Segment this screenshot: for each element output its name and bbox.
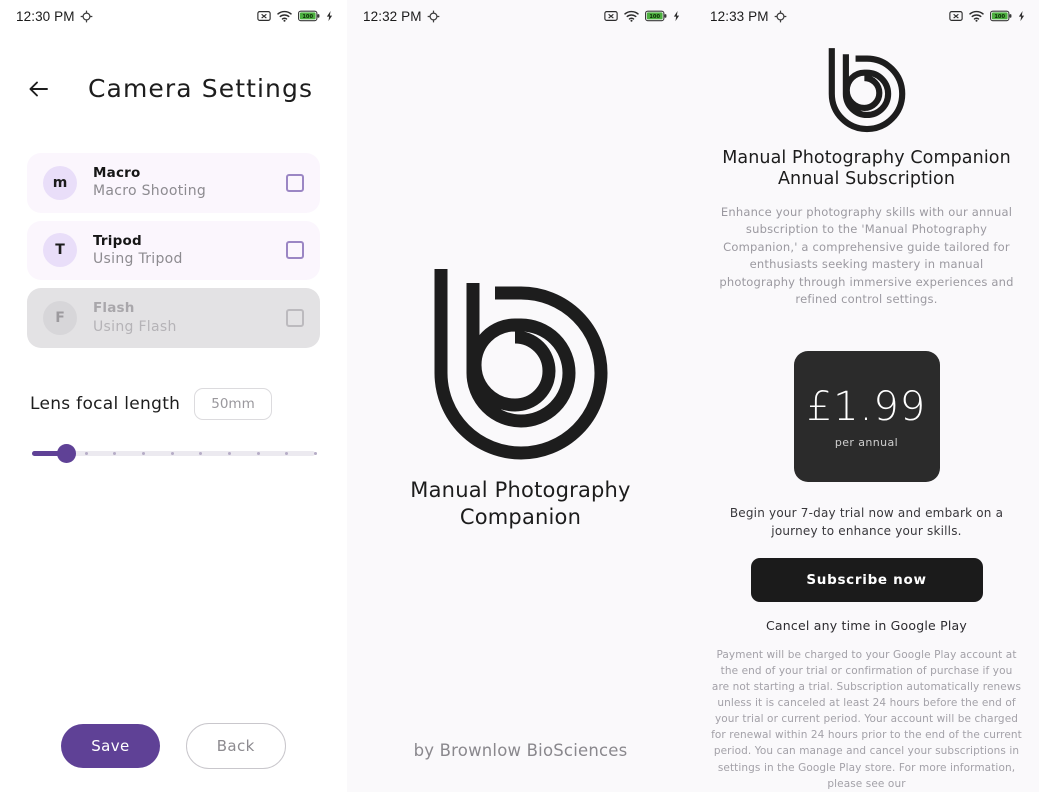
company-byline: by Brownlow BioSciences: [413, 741, 628, 760]
setting-row-tripod[interactable]: T Tripod Using Tripod: [27, 220, 320, 281]
splash-content: Manual Photography Companion: [347, 0, 694, 792]
setting-text-flash: Flash Using Flash: [93, 300, 286, 336]
cancel-notice: Cancel any time in Google Play: [766, 617, 967, 633]
back-arrow-icon[interactable]: [26, 76, 52, 102]
price-period: per annual: [834, 435, 899, 449]
status-bar: 12:33 PM 100: [694, 0, 1039, 32]
setting-subtitle-tripod: Using Tripod: [93, 251, 183, 268]
setting-title-flash: Flash: [93, 300, 135, 317]
focal-length-control: Lens focal length 50mm: [0, 387, 347, 464]
location-crosshair-icon: [80, 10, 92, 22]
battery-icon: 100: [645, 10, 667, 22]
focal-length-row: Lens focal length 50mm: [30, 387, 317, 420]
checkbox-macro[interactable]: [286, 173, 304, 192]
splash-screen: 12:32 PM 100 Manual Photography Companio…: [347, 0, 694, 792]
status-bar: 12:30 PM 100: [0, 0, 347, 32]
brownlow-spiral-logo-icon: [828, 48, 905, 133]
checkbox-tripod[interactable]: [286, 241, 304, 260]
subscription-screen: 12:33 PM 100 Manual Photography Companio…: [694, 0, 1039, 792]
checkbox-flash: [286, 308, 304, 327]
avatar-macro: m: [43, 165, 77, 200]
charging-bolt-icon: [673, 11, 680, 22]
focal-length-value[interactable]: 50mm: [194, 387, 272, 420]
status-time: 12:33 PM: [710, 8, 769, 24]
subscription-title-line-1: Manual Photography Companion: [722, 148, 1011, 168]
legal-text: Payment will be charged to your Google P…: [711, 648, 1022, 790]
battery-level-text: 100: [302, 14, 313, 20]
price-amount: £1.99: [806, 383, 927, 430]
subscribe-button[interactable]: Subscribe now: [750, 557, 983, 602]
avatar-flash: F: [43, 300, 77, 335]
settings-options-list: m Macro Macro Shooting T Tripod Using Tr…: [0, 153, 347, 348]
back-button[interactable]: Back: [185, 723, 286, 769]
page-header: Camera Settings: [0, 32, 347, 103]
setting-title-macro: Macro: [93, 165, 141, 181]
status-bar-right: 100: [604, 10, 680, 22]
battery-level-text: 100: [994, 14, 1005, 20]
setting-subtitle-macro: Macro Shooting: [93, 183, 207, 200]
setting-subtitle-flash: Using Flash: [93, 318, 177, 335]
setting-text-macro: Macro Macro Shooting: [93, 165, 286, 201]
status-time: 12:32 PM: [363, 8, 422, 24]
status-bar-left: 12:30 PM: [16, 9, 93, 24]
brownlow-spiral-logo-icon: [434, 269, 607, 460]
charging-bolt-icon: [326, 11, 333, 22]
status-bar-left: 12:32 PM: [363, 9, 440, 24]
camera-blocked-icon: [257, 11, 271, 21]
trial-description: Begin your 7-day trial now and embark on…: [729, 505, 1004, 538]
page-title: Camera Settings: [88, 74, 314, 103]
status-bar-left: 12:33 PM: [710, 9, 787, 24]
camera-blocked-icon: [949, 11, 963, 21]
status-bar-right: 100: [257, 10, 333, 22]
setting-text-tripod: Tripod Using Tripod: [93, 233, 286, 269]
legal-disclaimer: Payment will be charged to your Google P…: [711, 647, 1022, 792]
app-name-line-1: Manual Photography: [410, 478, 631, 503]
slider-knob[interactable]: [57, 443, 76, 463]
setting-title-tripod: Tripod: [93, 232, 142, 249]
battery-icon: 100: [990, 10, 1012, 22]
focal-length-label: Lens focal length: [30, 393, 181, 414]
subscription-content: Manual Photography Companion Annual Subs…: [694, 44, 1039, 792]
subscription-title: Manual Photography Companion Annual Subs…: [711, 148, 1022, 191]
screenshot-triptych: 12:30 PM 100 Camera Settings m Macro Mac…: [0, 0, 1039, 792]
charging-bolt-icon: [1018, 11, 1025, 22]
setting-row-flash: F Flash Using Flash: [27, 288, 320, 348]
status-time: 12:30 PM: [16, 8, 75, 24]
wifi-icon: [277, 10, 292, 22]
wifi-icon: [969, 10, 984, 22]
location-crosshair-icon: [427, 10, 439, 22]
focal-length-slider[interactable]: [30, 442, 318, 464]
status-bar-right: 100: [949, 10, 1025, 22]
camera-settings-screen: 12:30 PM 100 Camera Settings m Macro Mac…: [0, 0, 347, 792]
battery-icon: 100: [298, 10, 320, 22]
app-name: Manual Photography Companion: [410, 477, 630, 531]
avatar-tripod: T: [43, 233, 77, 268]
wifi-icon: [624, 10, 639, 22]
price-card: £1.99 per annual: [793, 350, 940, 482]
subscription-description: Enhance your photography skills with our…: [719, 204, 1014, 307]
app-name-line-2: Companion: [459, 505, 582, 529]
save-button[interactable]: Save: [61, 724, 160, 768]
action-buttons: Save Back: [0, 700, 347, 792]
camera-blocked-icon: [604, 11, 618, 21]
battery-level-text: 100: [649, 14, 660, 20]
location-crosshair-icon: [774, 10, 786, 22]
subscription-title-line-2: Annual Subscription: [777, 169, 956, 190]
setting-row-macro[interactable]: m Macro Macro Shooting: [27, 153, 320, 213]
